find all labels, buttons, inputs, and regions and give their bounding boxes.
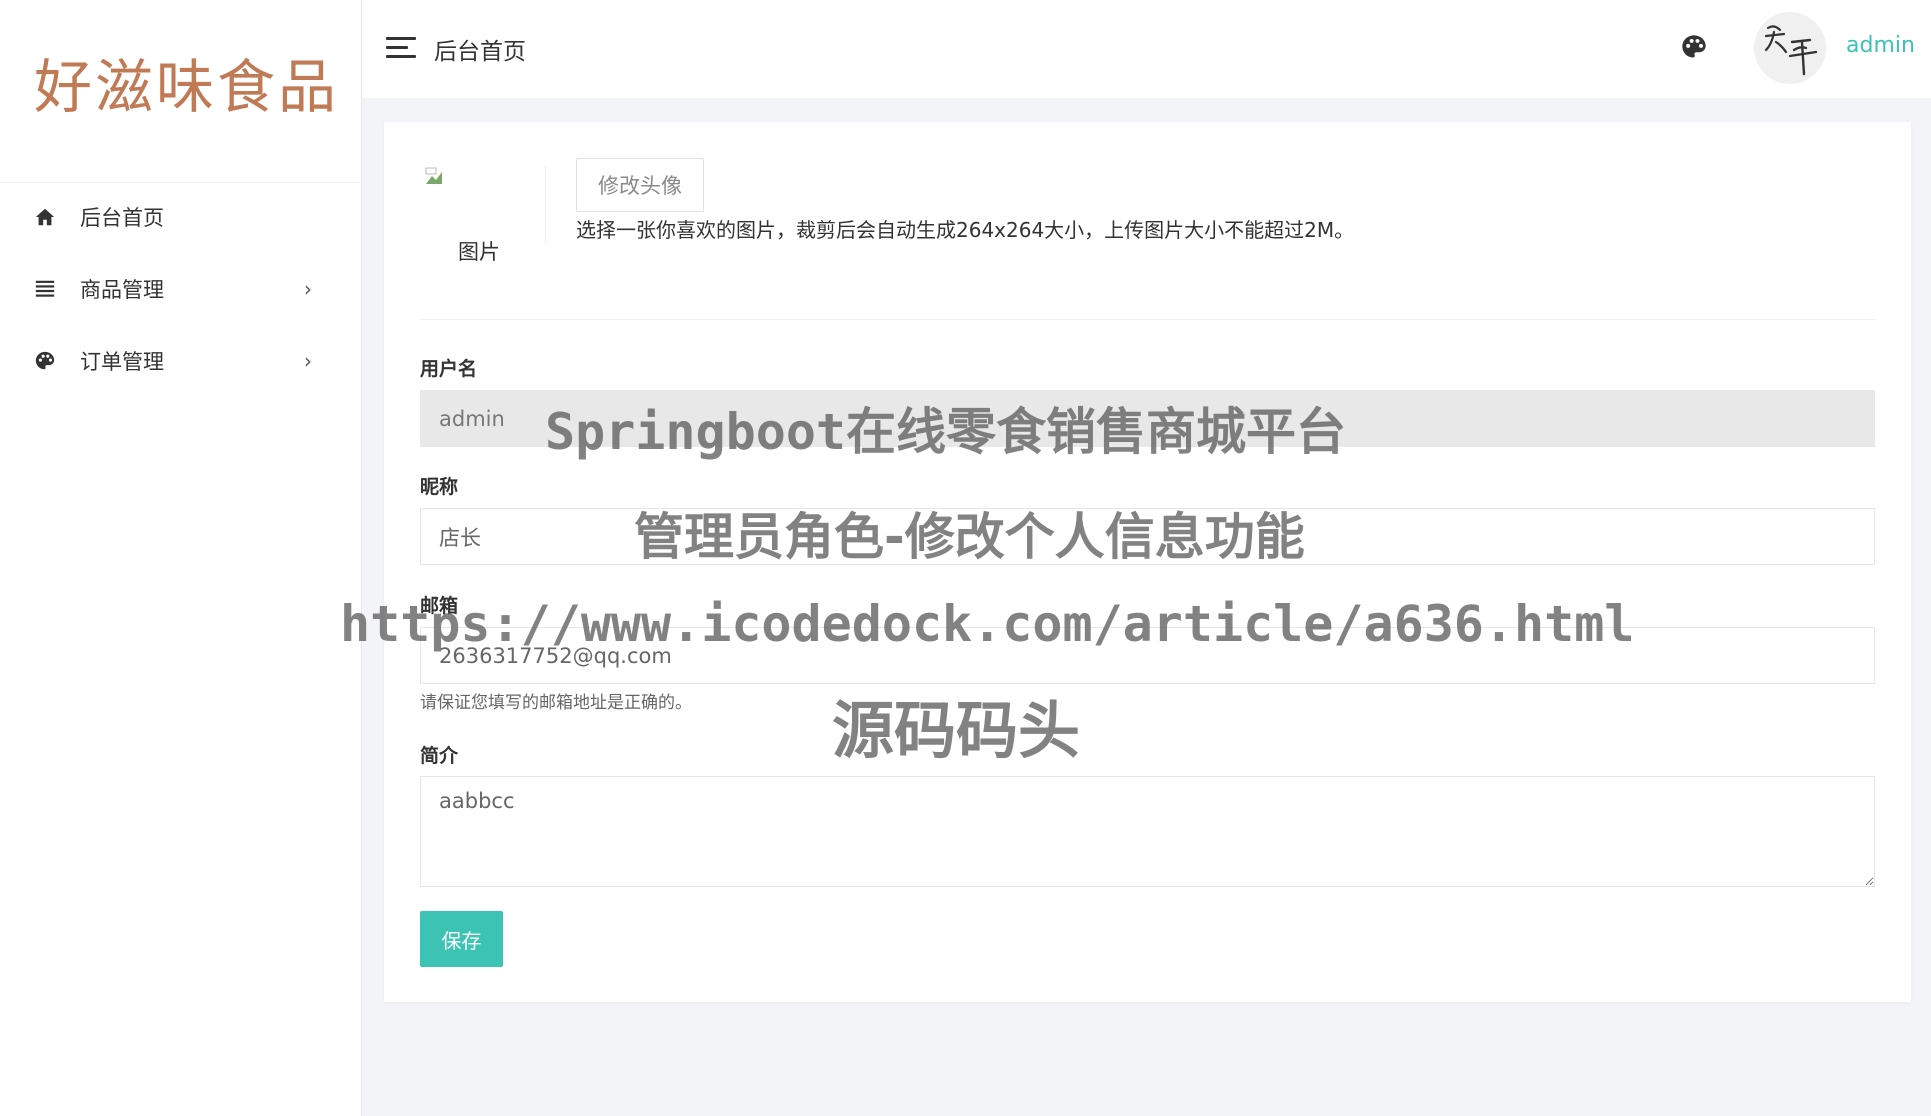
sidebar-divider bbox=[0, 182, 361, 183]
theme-palette-icon[interactable] bbox=[1680, 33, 1708, 61]
header-username[interactable]: admin bbox=[1846, 33, 1915, 58]
change-avatar-button[interactable]: 修改头像 bbox=[576, 158, 704, 212]
nickname-label: 昵称 bbox=[420, 476, 459, 498]
email-help-text: 请保证您填写的邮箱地址是正确的。 bbox=[420, 693, 692, 713]
brand-logo[interactable]: 好滋味食品 bbox=[34, 40, 339, 124]
top-header: 后台首页 admin bbox=[362, 0, 1931, 98]
section-divider bbox=[420, 319, 1875, 320]
bio-field[interactable]: aabbcc bbox=[420, 776, 1875, 887]
page-title: 后台首页 bbox=[434, 39, 526, 65]
sidebar-item-products[interactable]: 商品管理 › bbox=[0, 259, 361, 319]
avatar[interactable] bbox=[1754, 12, 1826, 84]
avatar-preview: 图片 bbox=[424, 166, 520, 266]
chevron-right-icon: › bbox=[304, 277, 312, 301]
sidebar-item-label: 订单管理 bbox=[80, 350, 164, 374]
menu-toggle-icon[interactable] bbox=[386, 37, 416, 61]
sidebar-item-orders[interactable]: 订单管理 › bbox=[0, 331, 361, 391]
sidebar-item-dashboard[interactable]: 后台首页 bbox=[0, 187, 361, 247]
profile-card: 图片 修改头像 选择一张你喜欢的图片，裁剪后会自动生成264x264大小，上传图… bbox=[384, 122, 1911, 1002]
broken-image-icon bbox=[424, 166, 444, 186]
email-label: 邮箱 bbox=[420, 595, 459, 617]
save-button[interactable]: 保存 bbox=[420, 911, 503, 967]
username-field[interactable] bbox=[420, 390, 1875, 447]
username-label: 用户名 bbox=[420, 358, 478, 380]
home-icon bbox=[33, 205, 57, 229]
bio-label: 简介 bbox=[420, 745, 459, 767]
avatar-alt-text: 图片 bbox=[458, 240, 500, 264]
avatar-hint-text: 选择一张你喜欢的图片，裁剪后会自动生成264x264大小，上传图片大小不能超过2… bbox=[576, 218, 1355, 242]
sidebar-item-label: 后台首页 bbox=[80, 206, 164, 230]
email-field[interactable] bbox=[420, 627, 1875, 684]
app-root: 好滋味食品 后台首页 商品管理 › 订单管理 › 后台首页 admin 图片 修… bbox=[0, 0, 1931, 1116]
sidebar: 好滋味食品 后台首页 商品管理 › 订单管理 › bbox=[0, 0, 362, 1116]
calligraphy-avatar-icon bbox=[1764, 25, 1818, 76]
palette-icon bbox=[33, 349, 57, 373]
vertical-divider bbox=[545, 166, 546, 244]
list-icon bbox=[33, 277, 57, 301]
chevron-right-icon: › bbox=[304, 349, 312, 373]
sidebar-item-label: 商品管理 bbox=[80, 278, 164, 302]
nickname-field[interactable] bbox=[420, 508, 1875, 565]
